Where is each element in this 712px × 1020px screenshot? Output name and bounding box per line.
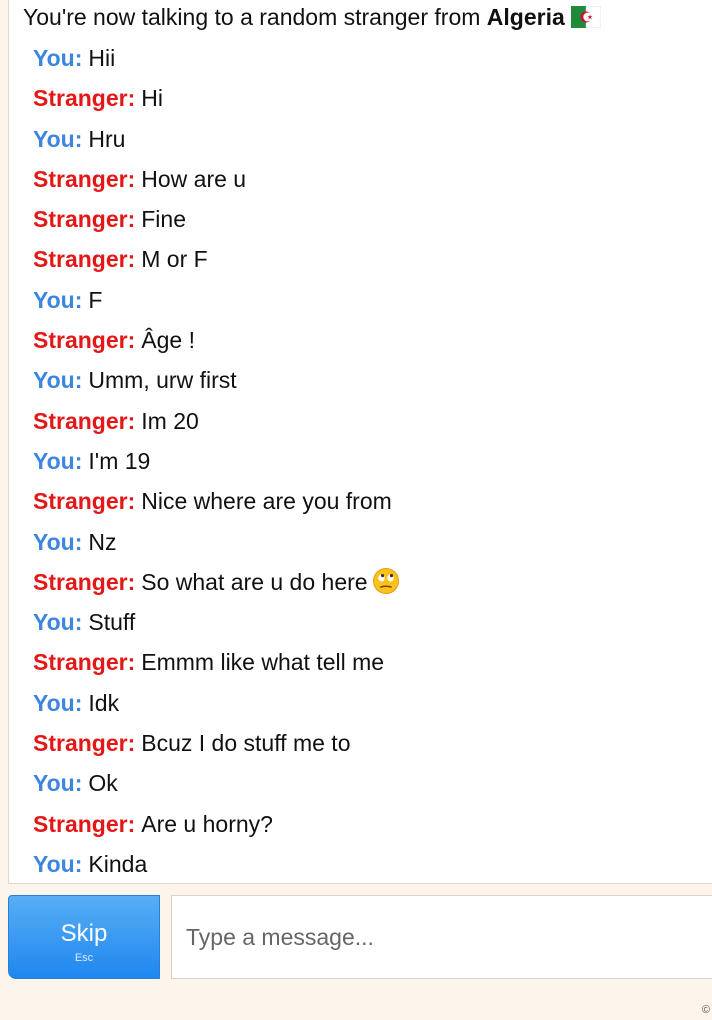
message-text: Are u horny?: [141, 810, 273, 837]
message-text: Fine: [141, 206, 186, 233]
status-text: You're now talking to a random stranger …: [23, 4, 487, 30]
message-speaker: Stranger:: [33, 649, 136, 676]
message-speaker: Stranger:: [33, 730, 136, 757]
message-text: Âge !: [141, 327, 195, 354]
message-speaker: Stranger:: [33, 488, 136, 515]
message-speaker: You:: [33, 286, 83, 313]
message-text: Emmm like what tell me: [141, 649, 385, 676]
copyright-mark: ©: [701, 1004, 710, 1016]
country-name: Algeria: [486, 4, 565, 30]
chat-message: Stranger: Are u horny?: [33, 804, 400, 844]
chat-message: Stranger: Emmm like what tell me: [33, 642, 400, 682]
skip-shortcut-hint: Esc: [74, 952, 94, 964]
message-speaker: You:: [33, 770, 83, 797]
message-list: You: Hii Stranger: Hi You: Hru Stranger: How ar…: [33, 38, 400, 884]
chat-message: You: Idk: [33, 683, 400, 723]
chat-message: Stranger: Fine: [33, 199, 400, 239]
message-text: I'm 19: [88, 447, 151, 474]
chat-message: You: Nz: [33, 522, 400, 562]
message-speaker: Stranger:: [33, 165, 136, 192]
message-text: Hi: [141, 85, 163, 112]
message-speaker: You:: [33, 609, 83, 636]
chat-message: You: Kinda: [33, 844, 400, 884]
chat-message: You: Hii: [33, 38, 400, 78]
message-speaker: Stranger:: [33, 206, 136, 233]
message-input[interactable]: [171, 895, 712, 979]
chat-message: Stranger: M or F: [33, 239, 400, 279]
message-speaker: You:: [33, 367, 83, 394]
message-text: Idk: [88, 689, 120, 716]
message-text: Im 20: [141, 407, 199, 434]
message-text: Hii: [88, 45, 116, 71]
chat-message: You: Ok: [33, 763, 400, 803]
message-text: So what are u do here: [141, 568, 368, 595]
skip-button[interactable]: Skip Esc: [8, 895, 160, 979]
chat-message: Stranger: Hi: [33, 78, 400, 118]
message-speaker: Stranger:: [33, 568, 136, 595]
message-speaker: You:: [33, 45, 83, 71]
message-text: Nz: [88, 528, 117, 555]
chat-log: You're now talking to a random stranger …: [8, 0, 712, 884]
connection-status: You're now talking to a random stranger …: [23, 4, 602, 31]
message-speaker: Stranger:: [33, 407, 136, 434]
face-with-rolling-eyes-icon: [372, 567, 400, 595]
message-text: M or F: [141, 246, 208, 273]
message-speaker: You:: [33, 528, 83, 555]
chat-message: You: Stuff: [33, 602, 400, 642]
message-speaker: Stranger:: [33, 85, 136, 112]
message-text: Hru: [88, 125, 126, 152]
message-speaker: You:: [33, 689, 83, 716]
message-text: Bcuz I do stuff me to: [141, 730, 351, 757]
chat-message: Stranger: So what are u do here: [33, 562, 400, 602]
skip-button-label: Skip: [60, 920, 108, 947]
chat-message: You: Umm, urw first: [33, 360, 400, 400]
chat-message: You: Hru: [33, 119, 400, 159]
message-text: Nice where are you from: [141, 488, 392, 515]
message-text: Stuff: [88, 609, 136, 636]
chat-message: Stranger: Im 20: [33, 401, 400, 441]
chat-message: You: F: [33, 280, 400, 320]
chat-message: Stranger: Nice where are you from: [33, 481, 400, 521]
chat-message: Stranger: Âge !: [33, 320, 400, 360]
chat-message: You: I'm 19: [33, 441, 400, 481]
chat-message: Stranger: Bcuz I do stuff me to: [33, 723, 400, 763]
message-speaker: Stranger:: [33, 810, 136, 837]
message-text: Ok: [88, 770, 118, 797]
message-speaker: You:: [33, 447, 83, 474]
message-text: How are u: [141, 165, 247, 192]
message-speaker: You:: [33, 850, 83, 877]
message-speaker: You:: [33, 125, 83, 152]
message-speaker: Stranger:: [33, 327, 136, 354]
algeria-flag-icon: [570, 5, 602, 29]
message-text: Kinda: [88, 850, 148, 877]
message-speaker: Stranger:: [33, 246, 136, 273]
chat-message: Stranger: How are u: [33, 159, 400, 199]
message-text: F: [88, 286, 103, 313]
message-text: Umm, urw first: [88, 367, 237, 394]
